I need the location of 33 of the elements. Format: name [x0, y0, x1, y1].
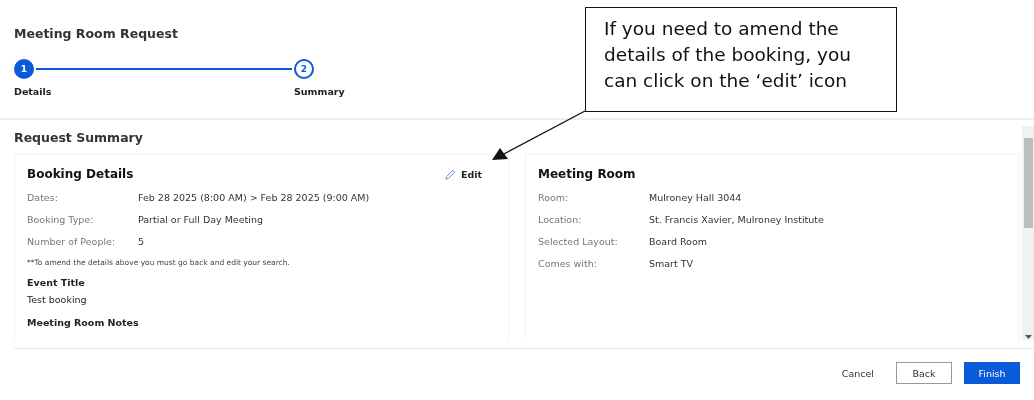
- card-title: Booking Details: [27, 167, 134, 181]
- field-value: Partial or Full Day Meeting: [138, 214, 263, 225]
- page-title: Meeting Room Request: [14, 26, 178, 41]
- field-label: Comes with:: [538, 258, 598, 269]
- section-title: Request Summary: [14, 130, 144, 145]
- field-value: Mulroney Hall 3044: [649, 192, 742, 203]
- step-label: Summary: [294, 86, 345, 97]
- field-label: Booking Type:: [27, 214, 95, 225]
- step-number[interactable]: 2: [294, 59, 314, 79]
- field-heading: Event Title: [27, 277, 86, 288]
- step-label: Details: [14, 86, 53, 97]
- card-title: Meeting Room: [538, 167, 636, 181]
- field-value: 5: [138, 236, 145, 247]
- cancel-button[interactable]: Cancel: [831, 362, 884, 384]
- event-title: Test booking: [27, 294, 88, 305]
- field-label: Room:: [538, 192, 570, 203]
- field-value: Smart TV: [649, 258, 694, 269]
- field-label: Location:: [538, 214, 583, 225]
- field-value: Board Room: [649, 236, 707, 247]
- back-button[interactable]: Back: [896, 362, 952, 384]
- finish-button[interactable]: Finish: [964, 362, 1020, 384]
- field-value: St. Francis Xavier, Mulroney Institute: [649, 214, 824, 225]
- pencil-icon: [444, 168, 456, 180]
- scrollbar[interactable]: [1022, 126, 1034, 340]
- step-number[interactable]: 1: [14, 59, 34, 79]
- field-label: Dates:: [27, 192, 59, 203]
- edit-link[interactable]: Edit: [444, 168, 482, 180]
- callout-text: If you need to amend the details of the booking, you can click on the ‘edit’ icon: [585, 7, 897, 112]
- field-heading: Meeting Room Notes: [27, 317, 140, 328]
- field-label: Selected Layout:: [538, 236, 619, 247]
- field-value: Feb 28 2025 (8:00 AM) > Feb 28 2025 (9:00 AM): [138, 192, 370, 203]
- field-label: Number of People:: [27, 236, 117, 247]
- scroll-down-icon[interactable]: [1024, 335, 1032, 340]
